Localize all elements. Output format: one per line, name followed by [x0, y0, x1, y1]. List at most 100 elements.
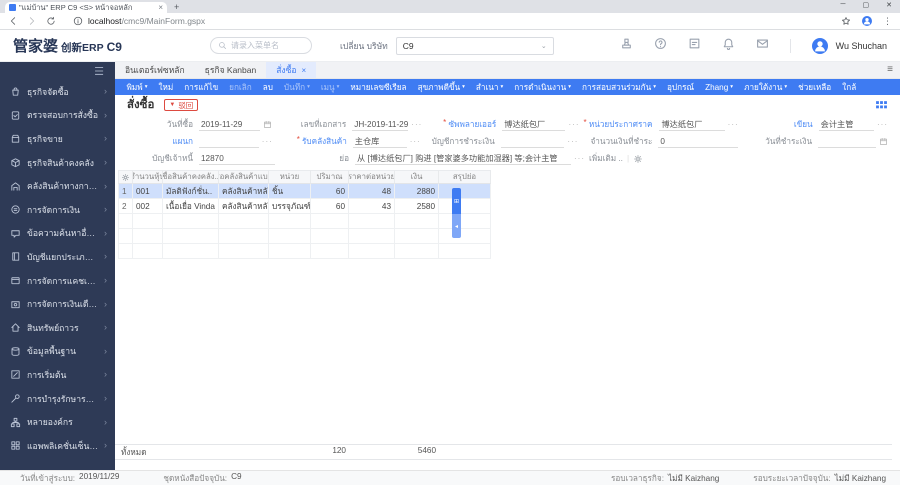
field-label[interactable]: * รับคลังสินค้า [277, 135, 347, 148]
grid-empty-cell[interactable] [219, 214, 269, 229]
field-input[interactable]: 12870 [199, 152, 275, 165]
field-input[interactable]: 从 [博达纸包厂] 购进 [管家婆多功能加湿器] 等;会计主管 [355, 152, 571, 165]
grid-empty-cell[interactable] [118, 229, 133, 244]
sidebar-item[interactable]: ธุรกิจสินค้าคงคลัง › [0, 151, 115, 175]
qr-grid-icon[interactable] [875, 99, 888, 117]
field-label[interactable]: แผนก [123, 135, 193, 148]
grid-empty-cell[interactable] [219, 229, 269, 244]
toolbar-button[interactable]: สำเนา ▾ [470, 81, 508, 94]
field-input[interactable]: 博达纸包厂 [502, 118, 566, 131]
row-number-cell[interactable]: 2 [118, 199, 133, 214]
note-icon[interactable] [688, 37, 701, 55]
grid-empty-cell[interactable] [349, 214, 395, 229]
field-input[interactable]: 博达纸包厂 [659, 118, 725, 131]
browser-tab[interactable]: "แม่บ้าน" ERP C9 <S> หน้าจอหลัก × [5, 2, 167, 13]
grid-empty-cell[interactable] [395, 229, 439, 244]
gear-icon[interactable] [633, 154, 643, 164]
row-number-cell[interactable]: 1 [118, 184, 133, 199]
toolbar-button[interactable]: ยกเลิก [224, 81, 258, 94]
toolbar-button[interactable]: ช่วยเหลือ [793, 81, 837, 94]
help-icon[interactable] [654, 37, 667, 55]
grid-cell[interactable]: 48 [349, 184, 395, 199]
grid-empty-cell[interactable] [133, 244, 163, 259]
grid-column-header[interactable]: หน่วย [269, 170, 311, 184]
toolbar-button[interactable]: ลบ [257, 81, 278, 94]
grid-cell[interactable]: 60 [311, 199, 349, 214]
more-options-link[interactable]: เพิ่มเติม .. | [589, 152, 643, 165]
sidebar-item[interactable]: ตรวจสอบการสั่งซื้อ › [0, 104, 115, 128]
grid-empty-cell[interactable] [311, 214, 349, 229]
grid-cell[interactable]: 60 [311, 184, 349, 199]
toolbar-button[interactable]: บันทึก ▾ [278, 81, 315, 94]
menu-search-box[interactable] [209, 37, 312, 54]
grid-empty-cell[interactable] [349, 244, 395, 259]
field-label[interactable]: เขียน [743, 118, 813, 131]
grid-empty-cell[interactable] [133, 214, 163, 229]
grid-cell[interactable]: ชิ้น [269, 184, 311, 199]
sidebar-item[interactable]: ธุรกิจขาย › [0, 127, 115, 151]
field-label[interactable]: * ซัพพลายเออร์ [426, 118, 496, 131]
grid-cell[interactable]: 001 [133, 184, 163, 199]
grid-empty-cell[interactable] [439, 214, 491, 229]
ellipsis-button[interactable]: ··· [877, 120, 888, 129]
toolbar-button[interactable]: สุขภาพดีขึ้น ▾ [412, 81, 470, 94]
sidebar-item[interactable]: ข้อความค้นหาอื่น ๆ › [0, 222, 115, 246]
grid-column-header[interactable]: ปริมาณ [311, 170, 349, 184]
grid-empty-cell[interactable] [439, 244, 491, 259]
document-tab[interactable]: อินเตอร์เฟซหลัก [115, 62, 195, 78]
browser-menu-icon[interactable]: ⋮ [883, 16, 892, 27]
grid-empty-cell[interactable] [311, 244, 349, 259]
info-icon[interactable] [73, 16, 83, 26]
ellipsis-button[interactable]: ··· [262, 137, 273, 146]
tabstrip-menu-icon[interactable]: ≡ [887, 65, 893, 75]
browser-profile-avatar[interactable] [862, 16, 872, 26]
ellipsis-button[interactable]: ··· [728, 120, 739, 129]
sidebar-item[interactable]: แอพพลิเคชั่นเซ็นเตอร์ › [0, 434, 115, 458]
toolbar-button[interactable]: เมนู ▾ [315, 81, 345, 94]
toolbar-button[interactable]: การดำเนินงาน ▾ [509, 81, 577, 94]
grid-cell[interactable]: คลังสินค้าหลัก [219, 184, 269, 199]
grid-empty-cell[interactable] [118, 214, 133, 229]
grid-empty-cell[interactable] [269, 229, 311, 244]
document-tab[interactable]: สั่งซื้อ × [266, 62, 317, 78]
sidebar-item[interactable]: คลังสินค้าทางกายภาพ › [0, 174, 115, 198]
toolbar-button[interactable]: การแก้ไข [179, 81, 224, 94]
toolbar-button[interactable]: Zhang ▾ [700, 83, 739, 92]
toolbar-button[interactable]: ภายใต้งาน ▾ [739, 81, 793, 94]
grid-cell[interactable]: บรรจุภัณฑ์ [269, 199, 311, 214]
field-input[interactable]: 2019-11-29 [199, 118, 261, 131]
sidebar-item[interactable]: สินทรัพย์ถาวร › [0, 316, 115, 340]
grid-cell[interactable]: 002 [133, 199, 163, 214]
field-input[interactable]: JH-2019-11-29-00004 [352, 118, 409, 131]
sidebar-collapse-icon[interactable]: ☰ [0, 62, 115, 80]
forward-icon[interactable] [27, 16, 37, 26]
grid-empty-cell[interactable] [163, 244, 219, 259]
mail-icon[interactable] [756, 37, 769, 55]
maximize-icon[interactable]: ▢ [863, 1, 870, 9]
sidebar-item[interactable]: ข้อมูลพื้นฐาน › [0, 340, 115, 364]
grid-cell[interactable]: 2580 [395, 199, 439, 214]
grid-empty-cell[interactable] [439, 229, 491, 244]
grid-empty-cell[interactable] [395, 214, 439, 229]
ellipsis-button[interactable]: ··· [568, 120, 579, 129]
field-input[interactable]: 主仓库 [352, 135, 407, 148]
grid-cell[interactable]: 43 [349, 199, 395, 214]
sidebar-item[interactable]: ธุรกิจจัดซื้อ › [0, 80, 115, 104]
grid-empty-cell[interactable] [395, 244, 439, 259]
grid-column-header[interactable]: เงิน [395, 170, 439, 184]
search-input[interactable] [230, 41, 301, 50]
grid-empty-cell[interactable] [133, 229, 163, 244]
ellipsis-button[interactable]: ··· [411, 120, 422, 129]
grid-cell[interactable] [439, 184, 491, 199]
field-input[interactable]: 0 [658, 135, 739, 148]
grid-cell[interactable]: คลังสินค้าหลัก [219, 199, 269, 214]
ellipsis-button[interactable]: ··· [410, 137, 421, 146]
grid-column-header[interactable]: จำนวนหุ้น [133, 170, 163, 184]
bookmark-star-icon[interactable] [841, 16, 851, 26]
side-panel-handle[interactable]: ⊞ ◂ [452, 188, 461, 238]
grid-empty-cell[interactable] [118, 244, 133, 259]
calendar-icon[interactable] [263, 120, 272, 129]
grid-cell[interactable]: มัลติฟังก์ชั่น.. [163, 184, 219, 199]
grid-cell[interactable] [439, 199, 491, 214]
close-icon[interactable]: ✕ [886, 1, 892, 9]
